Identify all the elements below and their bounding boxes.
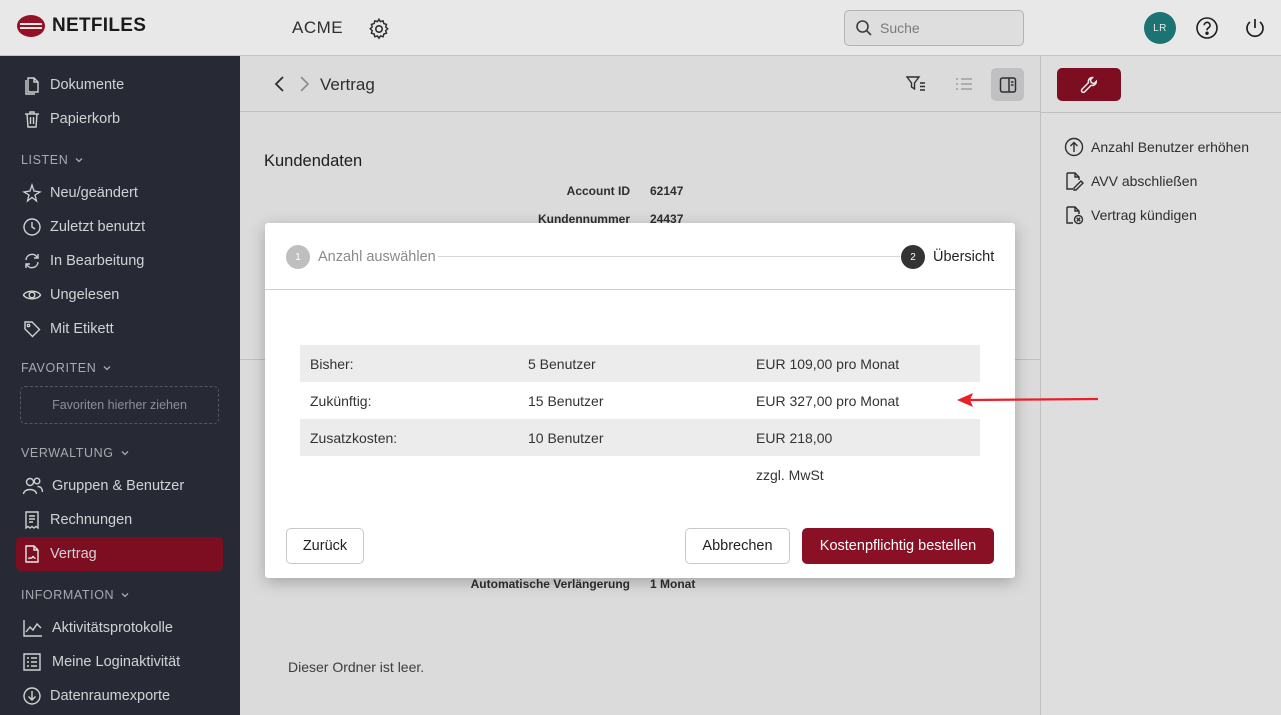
table-row: Zusatzkosten: 10 Benutzer EUR 218,00 — [300, 419, 980, 456]
order-dialog: 1 Anzahl auswählen 2 Übersicht Bisher: 5… — [265, 223, 1015, 578]
stepper: 1 Anzahl auswählen 2 Übersicht — [265, 223, 1015, 290]
row-price: EUR 109,00 pro Monat — [756, 355, 900, 372]
table-row: Zukünftig: 15 Benutzer EUR 327,00 pro Mo… — [300, 382, 980, 419]
annotation-arrow-icon — [957, 393, 1099, 407]
step-number: 2 — [901, 245, 925, 269]
table-row: zzgl. MwSt — [300, 456, 980, 493]
row-label: Bisher: — [310, 355, 354, 372]
cancel-button[interactable]: Abbrechen — [685, 528, 790, 564]
table-row: Bisher: 5 Benutzer EUR 109,00 pro Monat — [300, 345, 980, 382]
step-number: 1 — [286, 245, 310, 269]
step-uebersicht: 2 Übersicht — [901, 245, 994, 269]
row-label: Zusatzkosten: — [310, 429, 398, 446]
order-summary-table: Bisher: 5 Benutzer EUR 109,00 pro Monat … — [300, 345, 980, 493]
order-button[interactable]: Kostenpflichtig bestellen — [802, 528, 994, 564]
step-label: Anzahl auswählen — [318, 249, 436, 265]
row-price: EUR 218,00 — [756, 429, 833, 446]
row-users: 5 Benutzer — [528, 355, 596, 372]
back-button[interactable]: Zurück — [286, 528, 364, 564]
row-users: 15 Benutzer — [528, 392, 604, 409]
row-users: 10 Benutzer — [528, 429, 604, 446]
step-anzahl-auswaehlen[interactable]: 1 Anzahl auswählen — [286, 245, 436, 269]
step-connector — [438, 256, 900, 257]
row-price: zzgl. MwSt — [756, 466, 824, 483]
step-label: Übersicht — [933, 249, 995, 265]
row-price: EUR 327,00 pro Monat — [756, 392, 900, 409]
row-label: Zukünftig: — [310, 392, 372, 409]
